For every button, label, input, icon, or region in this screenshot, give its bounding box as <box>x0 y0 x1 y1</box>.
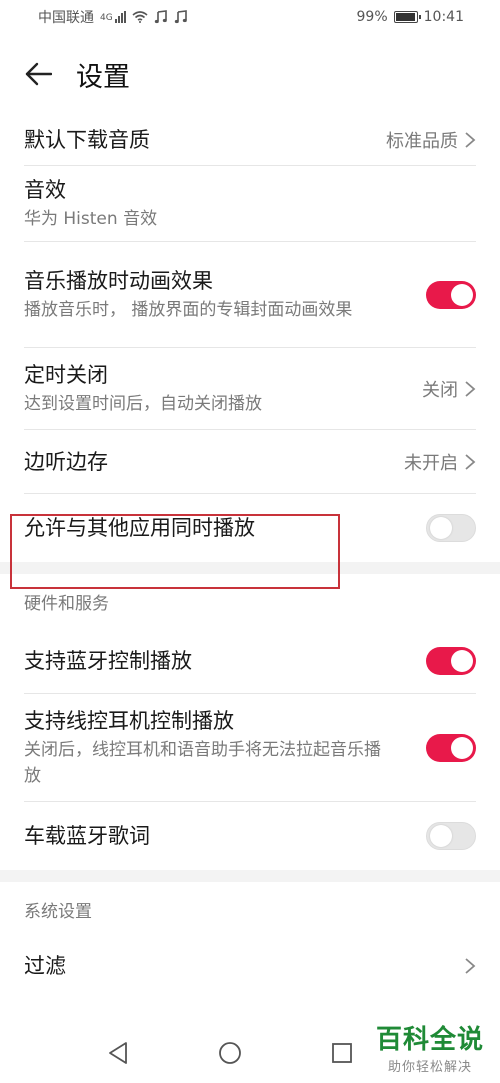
setting-title: 支持蓝牙控制播放 <box>24 649 192 673</box>
arrow-left-icon[interactable] <box>22 58 54 90</box>
setting-title: 车载蓝牙歌词 <box>24 824 150 848</box>
clock: 10:41 <box>423 9 464 25</box>
section-header-hardware: 硬件和服务 <box>24 593 109 614</box>
chevron-right-icon <box>465 454 476 470</box>
toggle-knob <box>451 650 473 672</box>
watermark-main: 百科全说 <box>375 1025 484 1055</box>
car-lyrics-toggle[interactable] <box>426 822 476 850</box>
setting-allow-mix: 允许与其他应用同时播放 <box>0 494 500 562</box>
page-header: 设置 <box>0 34 500 114</box>
setting-text: 支持蓝牙控制播放 <box>24 647 192 675</box>
setting-text: 支持线控耳机控制播放 关闭后，线控耳机和语音助手将无法拉起音乐播放 <box>24 707 394 789</box>
carrier-label: 中国联通 <box>38 10 94 26</box>
setting-value: 未开启 <box>404 449 476 475</box>
setting-title: 允许与其他应用同时播放 <box>24 516 255 540</box>
status-right: 99% 10:41 <box>357 9 464 25</box>
setting-text: 定时关闭 达到设置时间后，自动关闭播放 <box>24 361 262 417</box>
music-note-icon <box>154 10 167 24</box>
section-gap <box>0 562 500 574</box>
setting-title: 音乐播放时动画效果 <box>24 269 213 293</box>
setting-sound-effect[interactable]: 音效 华为 Histen 音效 <box>0 166 500 242</box>
triangle-back-icon[interactable] <box>105 1040 131 1066</box>
battery-percent: 99% <box>356 9 388 25</box>
setting-car-lyrics: 车载蓝牙歌词 <box>0 802 500 870</box>
allow-mix-toggle[interactable] <box>426 514 476 542</box>
setting-timer[interactable]: 定时关闭 达到设置时间后，自动关闭播放 关闭 <box>0 348 500 430</box>
bluetooth-control-toggle[interactable] <box>426 647 476 675</box>
setting-value: 关闭 <box>422 376 476 402</box>
setting-wired-control: 支持线控耳机控制播放 关闭后，线控耳机和语音助手将无法拉起音乐播放 <box>0 694 500 802</box>
chevron-right-icon <box>465 381 476 397</box>
setting-text: 允许与其他应用同时播放 <box>24 514 255 542</box>
setting-title: 过滤 <box>24 954 66 978</box>
circle-home-icon[interactable] <box>217 1040 243 1066</box>
setting-cache[interactable]: 边听边存 未开启 <box>0 430 500 494</box>
setting-title: 默认下载音质 <box>24 128 150 152</box>
setting-title: 音效 <box>24 178 66 202</box>
toggle-knob <box>451 284 473 306</box>
status-left: 中国联通 4G <box>38 7 188 27</box>
square-recents-icon[interactable] <box>329 1040 355 1066</box>
setting-subtitle: 华为 Histen 音效 <box>24 209 158 229</box>
section-gap <box>0 870 500 882</box>
chevron-right-icon <box>465 958 476 974</box>
setting-value: 标准品质 <box>386 127 476 153</box>
battery-icon <box>393 11 421 23</box>
setting-value-text: 标准品质 <box>386 131 458 152</box>
setting-title: 支持线控耳机控制播放 <box>24 709 234 733</box>
wired-control-toggle[interactable] <box>426 734 476 762</box>
setting-filter[interactable]: 过滤 <box>0 936 500 996</box>
network-label: 4G <box>100 13 113 23</box>
status-bar: 中国联通 4G 99% 10:41 <box>0 0 500 34</box>
setting-subtitle: 关闭后，线控耳机和语音助手将无法拉起音乐播放 <box>24 740 381 786</box>
toggle-knob <box>430 825 452 847</box>
signal-icon <box>114 11 126 23</box>
wifi-icon <box>132 11 148 23</box>
setting-download-quality[interactable]: 默认下载音质 标准品质 <box>0 114 500 166</box>
setting-title: 定时关闭 <box>24 363 108 387</box>
setting-value-text: 关闭 <box>422 380 458 401</box>
animation-toggle[interactable] <box>426 281 476 309</box>
setting-subtitle: 播放音乐时， 播放界面的专辑封面动画效果 <box>24 300 353 320</box>
watermark: 百科全说 助你轻松解决 <box>376 1019 484 1075</box>
setting-text: 车载蓝牙歌词 <box>24 822 150 850</box>
toggle-knob <box>430 517 452 539</box>
setting-text: 默认下载音质 <box>24 126 150 154</box>
setting-value-text: 未开启 <box>404 453 458 474</box>
setting-text: 音乐播放时动画效果 播放音乐时， 播放界面的专辑封面动画效果 <box>24 267 352 323</box>
chevron-right-icon <box>465 132 476 148</box>
setting-value <box>464 957 476 975</box>
setting-subtitle: 达到设置时间后，自动关闭播放 <box>24 394 262 414</box>
toggle-knob <box>451 737 473 759</box>
section-header-system: 系统设置 <box>24 901 92 922</box>
setting-text: 音效 华为 Histen 音效 <box>24 176 157 232</box>
setting-bluetooth-control: 支持蓝牙控制播放 <box>0 628 500 694</box>
setting-text: 过滤 <box>24 952 66 980</box>
page-title: 设置 <box>76 61 130 93</box>
setting-title: 边听边存 <box>24 450 108 474</box>
setting-text: 边听边存 <box>24 448 108 476</box>
music-note-icon <box>174 10 187 24</box>
setting-animation: 音乐播放时动画效果 播放音乐时， 播放界面的专辑封面动画效果 <box>0 242 500 348</box>
watermark-sub: 助你轻松解决 <box>387 1060 472 1075</box>
